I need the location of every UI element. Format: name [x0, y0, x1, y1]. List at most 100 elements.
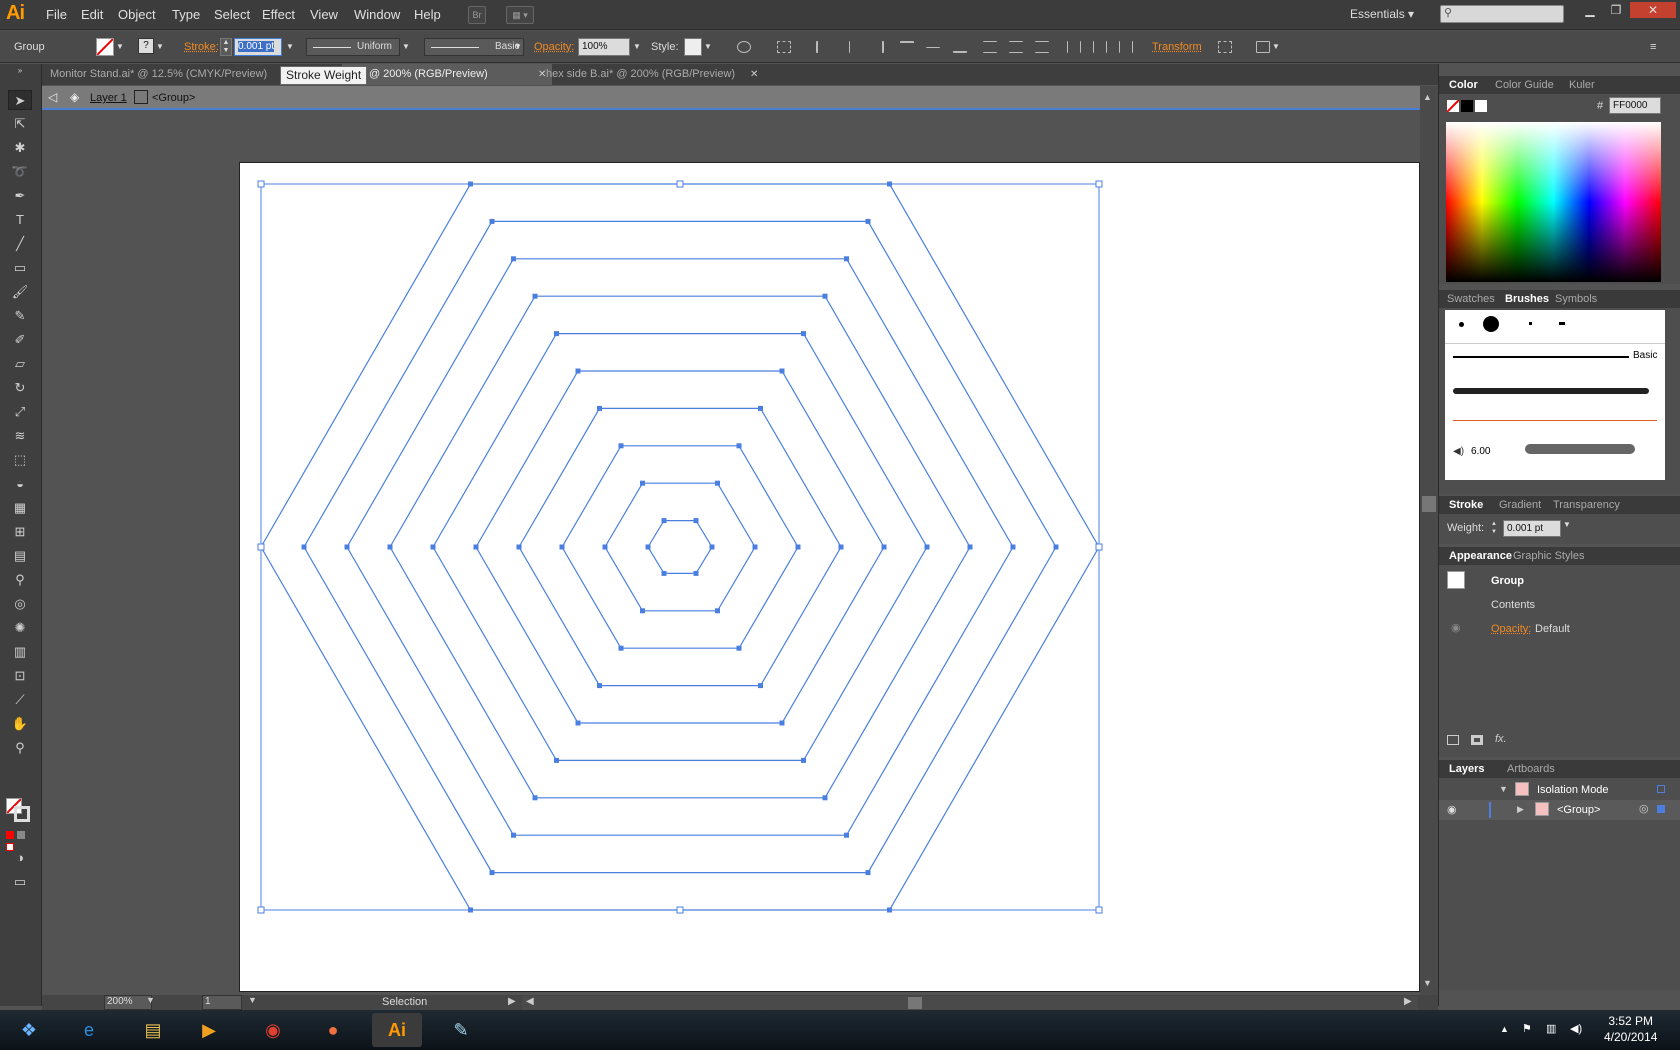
tab-transparency[interactable]: Transparency: [1553, 499, 1620, 511]
menu-window[interactable]: Window: [354, 7, 400, 22]
anchor-point[interactable]: [693, 518, 699, 524]
tab-active-document[interactable]: .ai* @ 200% (RGB/Preview) ✕: [342, 64, 552, 85]
hexagon-artwork[interactable]: [239, 162, 1420, 992]
align-hcenter-icon[interactable]: [849, 41, 863, 53]
menu-effect[interactable]: Effect: [262, 7, 295, 22]
menu-type[interactable]: Type: [172, 7, 200, 22]
black-swatch[interactable]: [1461, 100, 1473, 112]
status-menu-icon[interactable]: ▶: [508, 996, 516, 1007]
hand-tool-icon[interactable]: ✋: [8, 714, 32, 734]
artboard-tool-icon[interactable]: ⊡: [8, 666, 32, 686]
stroke-weight-dropdown-icon[interactable]: ▼: [284, 38, 296, 56]
distribute-bottom-icon[interactable]: [1035, 41, 1049, 53]
bounding-box-handle[interactable]: [1095, 180, 1103, 188]
eraser-tool-icon[interactable]: ▱: [8, 354, 32, 374]
bounding-box-handle[interactable]: [1095, 906, 1103, 914]
anchor-point[interactable]: [387, 544, 393, 550]
slice-tool-icon[interactable]: ⟋: [8, 690, 32, 710]
tools-collapse-icon[interactable]: »: [8, 66, 32, 76]
horizontal-scrollbar[interactable]: [522, 996, 1418, 1010]
opacity-label[interactable]: Opacity:: [534, 41, 574, 53]
anchor-point[interactable]: [752, 544, 758, 550]
vertical-scrollbar[interactable]: ▲ ▼: [1420, 86, 1438, 996]
distribute-left-icon[interactable]: [1067, 41, 1081, 53]
artboard-number-field[interactable]: 1: [202, 995, 242, 1010]
brush-definition[interactable]: Basic: [424, 38, 524, 56]
layer-row-isolation[interactable]: ▼ Isolation Mode: [1439, 780, 1680, 800]
start-button-icon[interactable]: ❖: [4, 1013, 54, 1047]
anchor-point[interactable]: [489, 870, 495, 876]
distribute-right-icon[interactable]: [1119, 41, 1133, 53]
opacity-input[interactable]: 100%: [578, 38, 630, 56]
visibility-eye-icon[interactable]: ◉: [1447, 803, 1457, 816]
brush-dropdown-icon[interactable]: ▼: [512, 38, 524, 56]
free-transform-tool-icon[interactable]: ⬚: [8, 450, 32, 470]
expand-triangle-icon[interactable]: ▼: [1499, 784, 1508, 794]
back-arrow-icon[interactable]: ◁: [48, 90, 57, 104]
anchor-point[interactable]: [967, 544, 973, 550]
horizontal-scroll-thumb[interactable]: [908, 997, 922, 1009]
anchor-point[interactable]: [559, 544, 565, 550]
anchor-point[interactable]: [575, 720, 581, 726]
pen-tool-icon[interactable]: ✒: [8, 186, 32, 206]
file-explorer-icon[interactable]: ▤: [128, 1013, 178, 1047]
rectangle-tool-icon[interactable]: ▭: [8, 258, 32, 278]
bounding-box-handle[interactable]: [257, 543, 265, 551]
menu-select[interactable]: Select: [214, 7, 250, 22]
isolation-layer-link[interactable]: Layer 1: [90, 92, 127, 104]
envelope-dropdown-icon[interactable]: ▼: [1270, 38, 1282, 56]
bounding-box-handle[interactable]: [257, 180, 265, 188]
hexagon-ring[interactable]: [260, 183, 1100, 911]
zoom-field[interactable]: 200%: [104, 995, 152, 1010]
charcoal-brush-stroke[interactable]: [1453, 388, 1649, 394]
anchor-point[interactable]: [736, 645, 742, 651]
menu-help[interactable]: Help: [414, 7, 441, 22]
magic-wand-tool-icon[interactable]: ✱: [8, 138, 32, 158]
anchor-point[interactable]: [779, 720, 785, 726]
profile-dropdown-icon[interactable]: ▼: [400, 38, 412, 56]
transform-link[interactable]: Transform: [1152, 41, 1202, 53]
tab-graphic-styles[interactable]: Graphic Styles: [1513, 550, 1585, 562]
anchor-point[interactable]: [758, 405, 763, 411]
hex-input[interactable]: FF0000: [1609, 97, 1661, 114]
visibility-eye-icon[interactable]: ◉: [1451, 621, 1461, 634]
anchor-point[interactable]: [661, 570, 667, 576]
tab-swatches[interactable]: Swatches: [1447, 293, 1495, 305]
weight-input[interactable]: 0.001 pt: [1503, 520, 1561, 537]
mesh-tool-icon[interactable]: ⊞: [8, 522, 32, 542]
network-icon[interactable]: ▥: [1546, 1022, 1556, 1035]
anchor-point[interactable]: [822, 795, 828, 801]
anchor-point[interactable]: [844, 832, 849, 838]
align-right-icon[interactable]: [870, 41, 884, 53]
restore-button[interactable]: ❐: [1604, 2, 1628, 18]
anchor-point[interactable]: [489, 218, 495, 224]
workspace-switcher[interactable]: Essentials ▾: [1350, 7, 1414, 21]
align-vcenter-icon[interactable]: [926, 47, 940, 59]
weight-stepper[interactable]: ▲ ▼: [1491, 520, 1501, 537]
distribute-hcenter-icon[interactable]: [1093, 41, 1107, 53]
blend-tool-icon[interactable]: ◎: [8, 594, 32, 614]
hexagon-ring[interactable]: [518, 407, 842, 687]
brush-dot-oval[interactable]: [1559, 322, 1565, 325]
arrange-documents-button[interactable]: ▦ ▾: [506, 6, 534, 24]
anchor-point[interactable]: [924, 544, 930, 550]
stroke-label[interactable]: Stroke:: [184, 41, 219, 53]
minimize-button[interactable]: ▁: [1578, 2, 1602, 18]
bridge-button[interactable]: Br: [468, 6, 486, 24]
hexagon-ring[interactable]: [647, 520, 713, 574]
color-spectrum[interactable]: [1446, 122, 1661, 282]
anchor-point[interactable]: [715, 608, 720, 614]
anchor-point[interactable]: [1010, 544, 1016, 550]
bounding-box-handle[interactable]: [676, 180, 684, 188]
paint-icon[interactable]: ✎: [436, 1013, 486, 1047]
anchor-point[interactable]: [715, 480, 720, 486]
anchor-point[interactable]: [822, 293, 828, 299]
color-mode-icons[interactable]: [6, 830, 36, 851]
stroke-weight-stepper[interactable]: ▲ ▼: [220, 38, 232, 56]
anchor-point[interactable]: [645, 544, 651, 550]
bristle-brush-stroke[interactable]: [1525, 444, 1635, 454]
tab-color[interactable]: Color: [1449, 79, 1478, 91]
rotate-tool-icon[interactable]: ↻: [8, 378, 32, 398]
appearance-opacity-link[interactable]: Opacity:: [1491, 623, 1531, 635]
eyedropper-tool-icon[interactable]: ⚲: [8, 570, 32, 590]
